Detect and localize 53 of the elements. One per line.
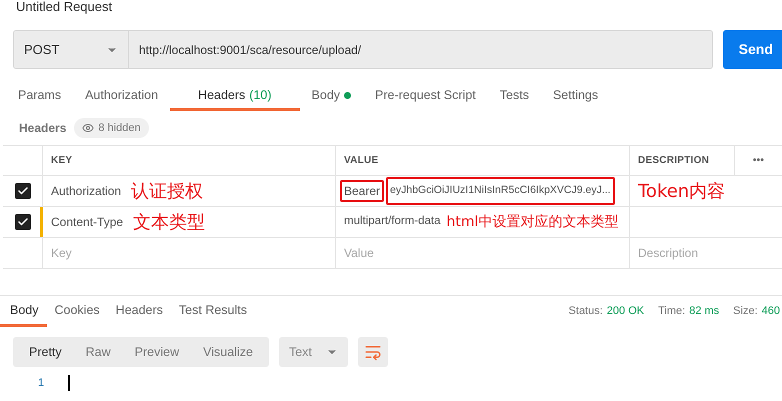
annotation-highlight: eyJhbGciOiJIUzI1NiIsInR5cCI6IkpXVCJ9.eyJ... (386, 177, 615, 205)
table-cell-text: Authorization (51, 183, 122, 200)
key-field[interactable]: Key (51, 244, 327, 262)
request-title: Untitled Request (16, 0, 112, 14)
value-field[interactable]: Value (344, 244, 621, 262)
format-dropdown[interactable]: Text (278, 337, 348, 367)
column-header: VALUE (344, 154, 378, 168)
request-tab[interactable]: Authorization (73, 83, 170, 111)
annotation-highlight: Bearer (340, 180, 384, 202)
request-tab[interactable]: Params (6, 83, 74, 111)
text-cursor (68, 375, 70, 391)
response-tab[interactable]: Body (0, 296, 46, 327)
view-mode-option[interactable]: Preview (122, 337, 192, 367)
request-tab[interactable]: Settings (540, 83, 610, 111)
view-mode-option[interactable]: Pretty (17, 337, 74, 367)
more-options-button[interactable]: ••• (752, 153, 764, 168)
view-mode-option[interactable]: Raw (74, 337, 123, 367)
annotation-label: 认证授权 (131, 180, 204, 204)
annotation-label: html中设置对应的文本类型 (446, 212, 618, 232)
headers-label: Headers (19, 120, 66, 137)
status-value: 460 (762, 304, 780, 320)
wrap-icon (364, 343, 382, 361)
eye-icon (82, 122, 94, 134)
table-cell-text: multipart/form-data (343, 214, 442, 230)
wrap-lines-button[interactable] (358, 337, 388, 367)
view-mode-option[interactable]: Visualize (191, 337, 265, 367)
line-number: 1 (38, 376, 44, 391)
status-value: 82 ms (689, 304, 720, 320)
request-tab[interactable]: Body (300, 83, 364, 111)
request-tab[interactable]: Headers (10) (170, 83, 300, 111)
hidden-headers-toggle[interactable]: 8 hidden (74, 118, 149, 138)
status-label: Time: (658, 304, 686, 320)
annotation-label: Token内容 (638, 180, 726, 204)
column-header: KEY (51, 154, 72, 168)
response-tab[interactable]: Headers (108, 296, 171, 327)
annotation-label: 文本类型 (133, 210, 206, 234)
request-tab[interactable]: Tests (488, 83, 541, 111)
column-header: DESCRIPTION (638, 154, 710, 168)
description-field[interactable]: Description (638, 244, 774, 262)
table-cell-text: Content-Type (51, 214, 124, 231)
checkbox[interactable] (14, 214, 30, 230)
status-label: Size: (733, 304, 758, 320)
check-icon (16, 185, 28, 197)
method-dropdown[interactable]: POST (13, 30, 129, 69)
request-tab[interactable]: Pre-request Script (363, 83, 488, 111)
status-value: 200 OK (606, 304, 644, 320)
status-label: Status: (568, 304, 603, 320)
url-field[interactable]: http://localhost:9001/sca/resource/upload/ (129, 30, 713, 69)
check-icon (16, 216, 28, 228)
response-tab[interactable]: Test Results (170, 296, 256, 327)
send-button[interactable]: Send (722, 30, 782, 69)
checkbox[interactable] (14, 183, 30, 199)
response-tab[interactable]: Cookies (46, 296, 108, 327)
